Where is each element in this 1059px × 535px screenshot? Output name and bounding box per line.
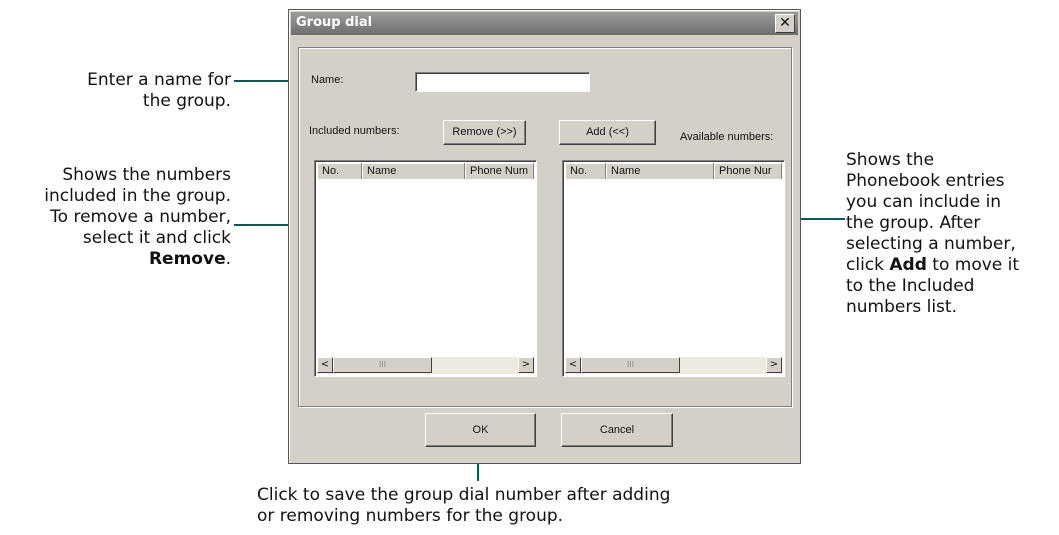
remove-button[interactable]: Remove (>>) [443,120,526,145]
cancel-button[interactable]: Cancel [561,413,673,447]
column-header-no[interactable]: No. [565,163,606,179]
column-header-name[interactable]: Name [606,163,714,179]
scroll-thumb[interactable]: III [333,357,432,373]
column-header-name[interactable]: Name [362,163,465,179]
close-icon[interactable]: ✕ [775,14,795,33]
annotation-available-line: selecting a number, [846,234,1016,254]
annotation-click-text: click [846,255,890,275]
dialog-title: Group dial [296,15,373,30]
annotation-remove-bold: Remove [148,249,226,269]
annotation-name-line: the group. [142,91,231,111]
annotation-available-line: to the Included [846,276,975,296]
annotation-available-line: Shows the [846,150,935,170]
available-numbers-list[interactable]: No. Name Phone Nur < III > [562,160,785,377]
annotation-add-bold: Add [889,255,927,275]
annotation-available: Shows the Phonebook entries you can incl… [846,150,1056,318]
available-horizontal-scrollbar[interactable]: < III > [565,357,782,374]
annotation-included-line: included in the group. [44,186,231,206]
group-dial-dialog: Group dial ✕ Name: Included numbers: Rem… [288,9,801,464]
annotation-available-line: click Add to move it [846,255,1056,276]
included-list-header: No. Name Phone Num [317,163,534,179]
annotation-ok-line: or removing numbers for the group. [257,506,564,526]
name-input[interactable] [415,72,590,92]
available-numbers-label: Available numbers: [680,131,774,143]
scroll-right-icon[interactable]: > [766,357,782,373]
scroll-right-icon[interactable]: > [518,357,534,373]
annotation-available-line: you can include in [846,192,1002,212]
ok-button[interactable]: OK [425,413,536,447]
column-header-no[interactable]: No. [317,163,362,179]
annotation-included-line: select it and click [82,228,231,248]
annotation-punct: . [225,249,231,269]
annotation-ok: Click to save the group dial number afte… [257,485,757,527]
included-horizontal-scrollbar[interactable]: < III > [317,357,534,374]
annotation-available-line: the group. After [846,213,981,233]
annotation-included-line: Shows the numbers [62,165,231,185]
annotation-available-line: Phonebook entries [846,171,1005,191]
annotation-available-tail: to move it [926,255,1020,275]
scroll-thumb[interactable]: III [581,357,680,373]
scroll-left-icon[interactable]: < [565,357,581,373]
scroll-left-icon[interactable]: < [317,357,333,373]
included-numbers-list[interactable]: No. Name Phone Num < III > [314,160,537,377]
annotation-included: Shows the numbers included in the group.… [0,165,231,270]
name-label: Name: [311,74,344,86]
add-button[interactable]: Add (<<) [559,120,656,145]
annotation-included-line: Remove. [0,249,231,270]
dialog-titlebar[interactable]: Group dial ✕ [291,12,798,35]
annotation-included-line: To remove a number, [50,207,231,227]
annotation-name-line: Enter a name for [87,70,231,90]
column-header-phone[interactable]: Phone Nur [714,163,782,179]
annotation-name: Enter a name for the group. [20,70,231,112]
available-list-header: No. Name Phone Nur [565,163,782,179]
column-header-phone[interactable]: Phone Num [465,163,534,179]
annotation-ok-line: Click to save the group dial number afte… [257,485,671,505]
annotation-available-line: numbers list. [846,297,957,317]
included-numbers-label: Included numbers: [309,125,400,137]
